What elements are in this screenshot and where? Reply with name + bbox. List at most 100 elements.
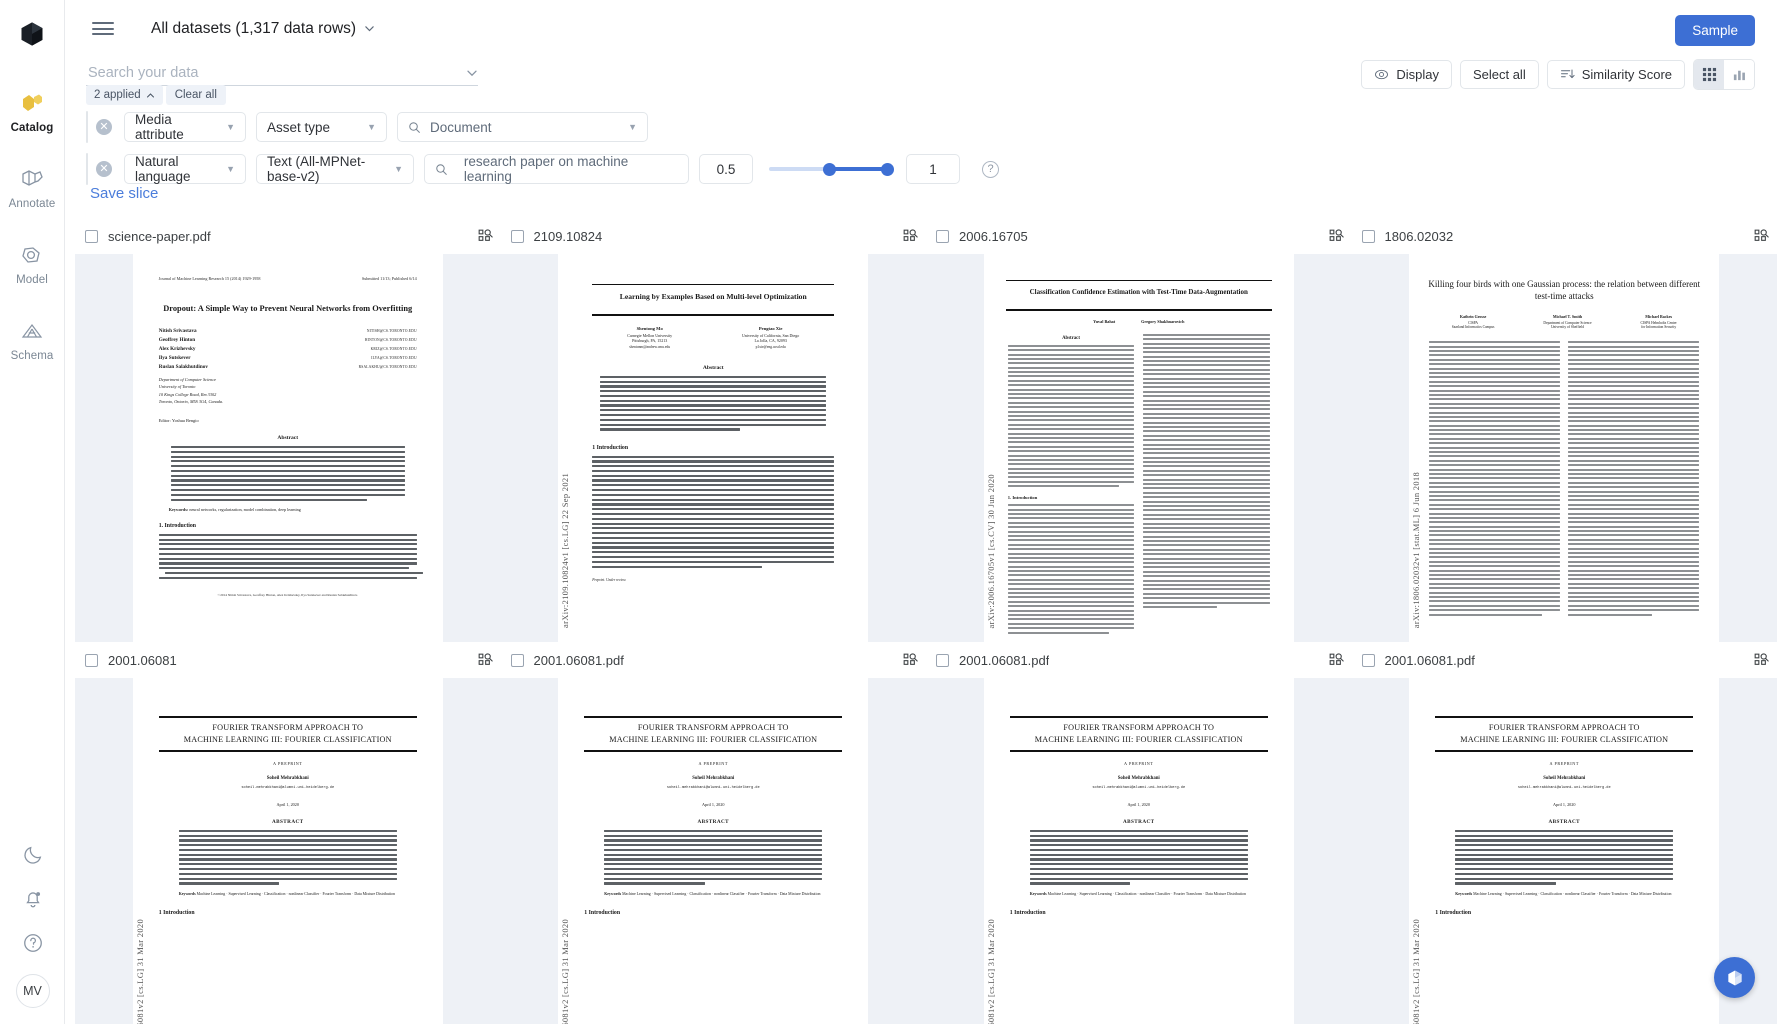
grid-view-icon[interactable] xyxy=(1694,60,1724,89)
clear-all-button[interactable]: Clear all xyxy=(165,85,226,105)
zoom-thumbnail-icon[interactable] xyxy=(1329,653,1344,673)
search-box[interactable] xyxy=(86,60,478,86)
slider-knob-max[interactable] xyxy=(881,162,894,176)
zoom-thumbnail-icon[interactable] xyxy=(478,229,493,249)
zoom-thumbnail-icon[interactable] xyxy=(478,653,493,673)
card-thumbnail[interactable]: 2001.06081v2 [cs.LG] 31 Mar 2020 FOURIER… xyxy=(500,678,926,1024)
page-footer: Preprint. Under review. xyxy=(592,577,627,582)
filter-query-select[interactable]: Document ▼ xyxy=(397,112,648,142)
remove-filter-icon[interactable]: ✕ xyxy=(96,119,112,135)
card-checkbox[interactable] xyxy=(85,229,98,243)
card-checkbox[interactable] xyxy=(510,653,524,667)
author-email: soheil.mehrabkhani@alumni.uni-heidelberg… xyxy=(666,785,760,790)
sample-button[interactable]: Sample xyxy=(1675,15,1755,46)
chevron-down-icon[interactable] xyxy=(466,67,478,79)
sort-button[interactable]: Similarity Score xyxy=(1546,60,1685,89)
card-checkbox[interactable] xyxy=(936,653,949,667)
filter-nl-query-input[interactable]: research paper on machine learning xyxy=(424,154,689,184)
card-header: science-paper.pdf xyxy=(75,218,501,254)
preprint-label: A PREPRINT xyxy=(698,760,729,766)
document-page: arXiv:2006.16705v1 [cs.CV] 30 Jun 2020 C… xyxy=(983,254,1294,642)
result-card[interactable]: 2109.10824 arXiv:2109.10824v1 [cs.LG] 22… xyxy=(500,218,926,642)
zoom-thumbnail-icon[interactable] xyxy=(1329,229,1344,249)
result-card[interactable]: 1806.02032 arXiv:1806.02032v1 [stat.ML] … xyxy=(1351,218,1777,642)
card-thumbnail[interactable]: 2001.06081v2 [cs.LG] 31 Mar 2020 FOURIER… xyxy=(75,678,501,1024)
sidebar-item-schema[interactable]: Schema xyxy=(0,308,64,371)
zoom-thumbnail-icon[interactable] xyxy=(1754,653,1769,673)
card-thumbnail[interactable]: 2001.06081v2 [cs.LG] 31 Mar 2020 FOURIER… xyxy=(926,678,1352,1024)
abstract-body xyxy=(1010,829,1268,885)
result-card[interactable]: 2001.06081.pdf 2001.06081v2 [cs.LG] 31 M… xyxy=(1351,642,1777,1024)
similarity-min-input[interactable]: 0.5 xyxy=(699,154,753,184)
question-circle-icon[interactable] xyxy=(20,930,46,956)
card-checkbox[interactable] xyxy=(936,229,949,243)
author-name: Soheil Mehrabkhani xyxy=(692,775,735,781)
similarity-range-slider[interactable] xyxy=(769,154,894,184)
similarity-max-input[interactable]: 1 xyxy=(906,154,960,184)
save-slice-link[interactable]: Save slice xyxy=(90,185,158,202)
search-input[interactable] xyxy=(86,63,436,82)
intro-body-col xyxy=(1007,504,1135,634)
zoom-thumbnail-icon[interactable] xyxy=(903,229,918,249)
chart-view-icon[interactable] xyxy=(1724,60,1754,89)
filter-embedding-select[interactable]: Text (All-MPNet-base-v2) ▼ xyxy=(256,154,414,184)
sort-descending-icon xyxy=(1560,69,1575,79)
card-title: 1806.02032 xyxy=(1384,228,1454,244)
paper-title: Classification Confidence Estimation wit… xyxy=(1029,288,1248,297)
author-email: RSALAKHU@CS.TORONTO.EDU xyxy=(358,364,417,369)
avatar[interactable]: MV xyxy=(15,974,50,1008)
abstract-heading: Abstract xyxy=(1062,335,1080,341)
chevron-down-icon: ▼ xyxy=(628,122,637,132)
card-title: 2001.06081.pdf xyxy=(533,652,624,668)
sidebar-item-catalog[interactable]: Catalog xyxy=(0,80,64,143)
remove-filter-icon[interactable]: ✕ xyxy=(96,161,112,177)
preprint-label: A PREPRINT xyxy=(1549,760,1580,766)
card-thumbnail[interactable]: arXiv:2006.16705v1 [cs.CV] 30 Jun 2020 C… xyxy=(926,254,1352,642)
results-grid: science-paper.pdf Journal of Machine Lea… xyxy=(75,218,1777,1024)
eye-icon xyxy=(1375,69,1389,80)
catalog-icon xyxy=(19,91,45,117)
card-checkbox[interactable] xyxy=(1361,229,1375,243)
select-all-button[interactable]: Select all xyxy=(1459,60,1539,89)
card-thumbnail[interactable]: arXiv:1806.02032v1 [stat.ML] 6 Jun 2018 … xyxy=(1351,254,1777,642)
card-thumbnail[interactable]: Journal of Machine Learning Research 15 … xyxy=(75,254,501,642)
result-card[interactable]: 2006.16705 arXiv:2006.16705v1 [cs.CV] 30… xyxy=(926,218,1352,642)
author-email: ILYA@CS.TORONTO.EDU xyxy=(371,355,417,360)
filter-field-select[interactable]: Asset type ▼ xyxy=(256,112,387,142)
dataset-selector[interactable]: All datasets (1,317 data rows) xyxy=(151,20,375,38)
moon-icon[interactable] xyxy=(20,842,46,868)
author-affiliation-2: La Jolla, CA, 92093 xyxy=(754,337,787,343)
slider-knob-min[interactable] xyxy=(822,162,836,176)
card-title: 2001.06081.pdf xyxy=(959,652,1050,668)
author-name: Ilya Sutskever xyxy=(158,355,191,361)
sidebar-item-annotate[interactable]: Annotate xyxy=(0,156,64,219)
card-thumbnail[interactable]: arXiv:2109.10824v1 [cs.LG] 22 Sep 2021 L… xyxy=(500,254,926,642)
filter-type-select[interactable]: Media attribute ▼ xyxy=(124,112,246,142)
filter-type-select[interactable]: Natural language ▼ xyxy=(124,154,246,184)
display-button[interactable]: Display xyxy=(1361,60,1452,89)
result-card[interactable]: 2001.06081.pdf 2001.06081v2 [cs.LG] 31 M… xyxy=(926,642,1352,1024)
keywords-label: Keywords xyxy=(1455,891,1473,896)
card-checkbox[interactable] xyxy=(510,229,524,243)
page-footer: ©2014 Nitish Srivastava, Geoffrey Hinton… xyxy=(217,592,358,597)
app-logo[interactable] xyxy=(16,18,48,50)
result-card[interactable]: 2001.06081.pdf 2001.06081v2 [cs.LG] 31 M… xyxy=(500,642,926,1024)
author-name: Soheil Mehrabkhani xyxy=(1117,775,1160,781)
zoom-thumbnail-icon[interactable] xyxy=(1754,229,1769,249)
hamburger-menu-icon[interactable] xyxy=(92,22,114,35)
paper-date: April 1, 2020 xyxy=(702,801,725,807)
help-icon[interactable]: ? xyxy=(982,160,999,178)
result-card[interactable]: science-paper.pdf Journal of Machine Lea… xyxy=(75,218,501,642)
author-name: Alex Krizhevsky xyxy=(158,346,196,353)
help-assistant-fab[interactable] xyxy=(1714,957,1755,998)
result-card[interactable]: 2001.06081 2001.06081v2 [cs.LG] 31 Mar 2… xyxy=(75,642,501,1024)
card-thumbnail[interactable]: 2001.06081v2 [cs.LG] 31 Mar 2020 FOURIER… xyxy=(1351,678,1777,1024)
bell-icon[interactable] xyxy=(20,886,46,912)
card-checkbox[interactable] xyxy=(85,653,98,667)
sidebar-item-model[interactable]: Model xyxy=(0,232,64,295)
card-checkbox[interactable] xyxy=(1361,653,1375,667)
zoom-thumbnail-icon[interactable] xyxy=(903,653,918,673)
applied-count-pill[interactable]: 2 applied xyxy=(86,85,163,105)
section-heading: 1 Introduction xyxy=(158,909,195,916)
document-page: 2001.06081v2 [cs.LG] 31 Mar 2020 FOURIER… xyxy=(983,678,1294,1024)
